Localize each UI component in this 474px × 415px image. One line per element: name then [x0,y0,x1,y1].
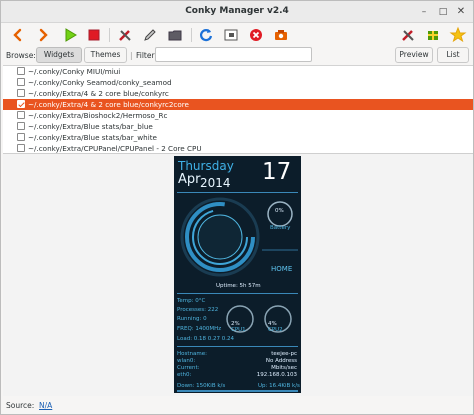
load-text: Load: 0.18 0.27 0.24 [177,336,235,342]
toolbar [1,24,473,46]
filter-divider: | [130,51,133,60]
window-title: Conky Manager v2.4 [185,6,289,16]
temp-text: Temp: 0°C [177,298,206,304]
hostname-value: teejee-pc [271,351,297,357]
app-window: Conky Manager v2.4 – □ ✕ Browse: Widgets… [0,0,474,415]
freq-text: FREQ: 1400MHz [177,326,222,332]
wlan0-value: No Address [265,358,297,364]
browse-label: Browse: [6,51,36,60]
uptime-text: Uptime: 5h 57m [216,283,261,289]
filter-label: Filter [136,51,155,60]
list-item-checkbox[interactable] [17,67,25,75]
divider-line [177,390,298,392]
conky-preview-image: Thursday Apr 2014 17 0% Battery HOME Upt… [174,156,301,393]
list-item-checkbox[interactable] [17,78,25,86]
list-item-checkbox[interactable] [17,133,25,141]
list-item-label: ~/.conky/Extra/4 & 2 core blue/conkyrc2c… [28,100,189,109]
preview-button[interactable]: Preview [395,47,433,63]
tools-icon[interactable] [116,26,134,44]
preview-date: 17 [262,159,292,185]
list-item[interactable]: ~/.conky/Extra/4 & 2 core blue/conkyrc [3,88,473,99]
list-item-label: ~/.conky/Extra/Blue stats/bar_blue [28,122,153,131]
toolbar-separator [191,28,192,42]
list-item[interactable]: ~/.conky/Conky Seamod/conky_seamod [3,77,473,88]
list-item-checkbox[interactable] [17,89,25,97]
list-button[interactable]: List [437,47,469,63]
list-item-label: ~/.conky/Extra/Bioshock2/Hermoso_Rc [28,111,168,120]
donate-icon[interactable] [424,26,442,44]
current-value: Mbits/sec [271,365,297,371]
list-item[interactable]: ~/.conky/Extra/CPUPanel/CPUPanel - 2 Cor… [3,143,473,154]
source-link[interactable]: N/A [39,401,52,410]
stop-icon[interactable] [85,26,103,44]
eth0-label: eth0: [177,372,192,378]
preview-month: Apr [178,172,201,187]
wlan0-label: wlan0: [177,358,196,364]
settings-icon[interactable] [399,26,417,44]
toolbar-separator [109,28,110,42]
battery-label: Battery [270,225,291,231]
home-label: HOME [271,265,293,273]
divider-line [177,293,298,294]
maximize-button[interactable]: □ [437,6,449,18]
list-item-checkbox[interactable] [17,122,25,130]
list-item-checkbox[interactable] [17,100,25,108]
camera-icon[interactable] [272,26,290,44]
status-bar: Source: N/A [1,398,473,414]
filter-input[interactable] [155,47,312,62]
list-item-checkbox[interactable] [17,111,25,119]
list-item-label: ~/.conky/Conky Seamod/conky_seamod [28,78,172,87]
list-item[interactable]: ~/.conky/Extra/Bioshock2/Hermoso_Rc [3,110,473,121]
divider-line [177,346,298,347]
list-item-checkbox[interactable] [17,144,25,152]
cpu2-label: CPU2 [268,327,283,333]
list-item-label: ~/.conky/Extra/Blue stats/bar_white [28,133,157,142]
down-speed: Down: 150KiB k/s [177,383,226,389]
up-speed: Up: 16.4KiB k/s [258,383,300,389]
list-item[interactable]: ~/.conky/Extra/Blue stats/bar_white [3,132,473,143]
hostname-label: Hostname: [177,351,207,357]
play-icon[interactable] [61,26,79,44]
arrow-right-icon[interactable] [34,26,52,44]
minimize-button[interactable]: – [418,6,430,18]
preview-day: Thursday [178,159,234,173]
preview-year: 2014 [200,176,231,190]
list-item-label: ~/.conky/Extra/4 & 2 core blue/conkyrc [28,89,169,98]
import-icon[interactable] [222,26,240,44]
delete-icon[interactable] [247,26,265,44]
widget-list: ~/.conky/Conky MIUI/miui ~/.conky/Conky S… [3,65,473,154]
list-item[interactable]: ~/.conky/Extra/4 & 2 core blue/conkyrc2c… [3,99,473,110]
list-item[interactable]: ~/.conky/Extra/Blue stats/bar_blue [3,121,473,132]
browse-bar: Browse: Widgets Themes | Filter Preview … [1,46,473,64]
widgets-button[interactable]: Widgets [36,47,82,63]
about-icon[interactable] [449,26,467,44]
processes-text: Processes: 222 [177,307,219,313]
folder-icon[interactable] [166,26,184,44]
themes-button[interactable]: Themes [84,47,127,63]
cpu1-label: CPU1 [231,327,246,333]
title-bar: Conky Manager v2.4 – □ ✕ [1,1,473,23]
list-item-label: ~/.conky/Extra/CPUPanel/CPUPanel - 2 Cor… [28,144,202,153]
close-button[interactable]: ✕ [455,6,467,18]
battery-percent: 0% [275,208,284,214]
list-item-label: ~/.conky/Conky MIUI/miui [28,67,121,76]
refresh-icon[interactable] [197,26,215,44]
divider-line [177,192,298,193]
edit-icon[interactable] [141,26,159,44]
list-item[interactable]: ~/.conky/Conky MIUI/miui [3,66,473,77]
eth0-value: 192.168.0.103 [256,372,297,378]
source-label: Source: [6,401,35,410]
arrow-left-icon[interactable] [9,26,27,44]
running-text: Running: 0 [177,316,207,322]
current-label: Current: [177,365,200,371]
